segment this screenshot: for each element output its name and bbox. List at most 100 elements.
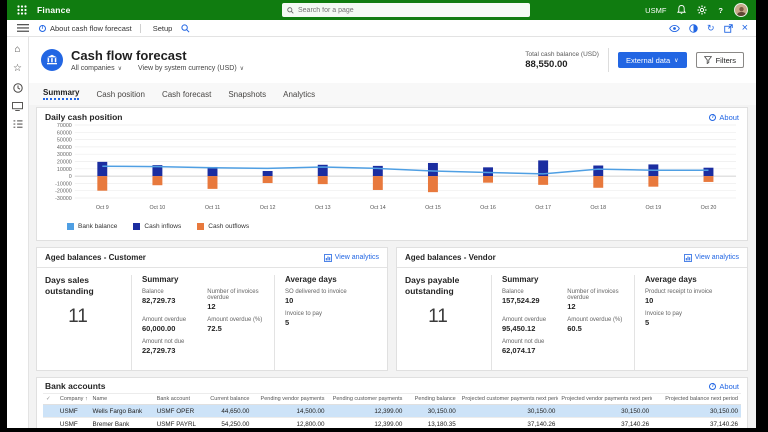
left-navigation-rail: ⌂ ☆ [7, 37, 29, 428]
legend-item-bank-balance[interactable]: Bank balance [67, 223, 117, 230]
tab-snapshots[interactable]: Snapshots [228, 90, 266, 99]
about-cash-flow-forecast-link[interactable]: About cash flow forecast [50, 24, 132, 33]
close-icon[interactable]: × [742, 24, 748, 33]
metric-label: Balance [502, 289, 567, 295]
column-header-current-balance[interactable]: Current balance [203, 396, 252, 402]
setup-link[interactable]: Setup [153, 24, 173, 33]
metric: Balance157,524.29 [502, 289, 567, 311]
table-cell: USMF OPER [154, 408, 203, 415]
column-header-pending-customer-payments[interactable]: Pending customer payments [327, 396, 405, 402]
metric-value: 12 [567, 302, 624, 311]
chart-about-link[interactable]: iAbout [709, 113, 739, 122]
kpi-column: Days sales outstanding11 [45, 275, 131, 370]
sidebar-modules-icon[interactable] [13, 120, 23, 129]
open-in-new-window-icon[interactable] [724, 24, 733, 33]
column-header-pending-balance[interactable]: Pending balance [405, 396, 458, 402]
view-analytics-link[interactable]: View analytics [684, 254, 739, 262]
refresh-icon[interactable]: ↻ [707, 24, 715, 33]
app-launcher-icon[interactable] [17, 5, 27, 15]
column-header-pending-vendor-payments[interactable]: Pending vendor payments [252, 396, 327, 402]
user-avatar[interactable] [734, 3, 748, 17]
contrast-icon[interactable] [689, 24, 698, 33]
column-header-name[interactable]: Name [90, 396, 154, 402]
table-row[interactable]: USMFWells Fargo BankUSMF OPER44,650.0014… [43, 405, 741, 418]
column-header-projected-vendor-payments-next-period[interactable]: Projected vendor payments next period [558, 396, 652, 402]
view-by-currency-dropdown[interactable]: View by system currency (USD)∨ [138, 65, 244, 72]
company-badge[interactable]: USMF [645, 6, 666, 15]
card-title: Aged balances - Vendor [405, 253, 496, 262]
svg-text:Oct 17: Oct 17 [535, 205, 551, 211]
table-cell: Bremer Bank [90, 421, 154, 428]
table-cell: 12,800.00 [252, 421, 327, 428]
select-all-checkbox[interactable]: ✓ [43, 396, 57, 402]
global-search-box[interactable] [282, 3, 530, 17]
external-data-button[interactable]: External data∨ [618, 52, 687, 68]
page-search-icon[interactable] [181, 24, 190, 33]
metric-label: Amount overdue [142, 317, 207, 323]
search-icon [287, 7, 294, 14]
bank-accounts-title: Bank accounts [45, 381, 105, 391]
column-header-projected-customer-payments-next-period[interactable]: Projected customer payments next period [459, 396, 559, 402]
svg-text:70000: 70000 [57, 123, 72, 129]
card-title: Aged balances - Customer [45, 253, 146, 262]
table-cell: 37,140.26 [459, 421, 559, 428]
table-cell: USMF [57, 408, 90, 415]
sidebar-workspaces-icon[interactable] [12, 102, 23, 111]
metric-value: 82,729.73 [142, 296, 207, 305]
aged-balances-cards: Aged balances - Customer View analytics Da… [36, 247, 748, 371]
tab-analytics[interactable]: Analytics [283, 90, 315, 99]
chevron-down-icon: ∨ [118, 66, 122, 72]
column-header-company[interactable]: Company ↑ [57, 396, 90, 402]
help-icon[interactable]: ? [718, 6, 723, 15]
metric-value: 10 [645, 296, 739, 305]
metric: Balance82,729.73 [142, 289, 207, 311]
table-row[interactable]: USMFBremer BankUSMF PAYRL54,250.0012,800… [43, 418, 741, 428]
legend-swatch-icon [133, 223, 140, 230]
filters-button[interactable]: Filters [696, 52, 744, 68]
metric: Invoice to pay5 [645, 311, 739, 327]
settings-gear-icon[interactable] [697, 5, 707, 15]
legend-label: Cash outflows [208, 223, 249, 230]
tab-summary[interactable]: Summary [43, 88, 79, 100]
eye-icon[interactable] [669, 25, 680, 32]
search-input[interactable] [298, 7, 525, 14]
legend-item-cash-outflows[interactable]: Cash outflows [197, 223, 249, 230]
top-navigation-bar: Finance USMF ? [7, 0, 756, 20]
column-header-bank-account[interactable]: Bank account [154, 396, 203, 402]
average-days-title: Average days [285, 275, 379, 284]
kpi-column: Days payable outstanding11 [405, 275, 491, 370]
metric: SO delivered to invoice10 [285, 289, 379, 305]
notifications-bell-icon[interactable] [677, 5, 686, 15]
svg-text:40000: 40000 [57, 145, 72, 151]
total-cash-balance-label: Total cash balance (USD) [525, 51, 599, 58]
hamburger-menu-icon[interactable] [17, 24, 29, 32]
bank-accounts-about-link[interactable]: iAbout [709, 382, 739, 391]
table-cell: 30,150.00 [459, 408, 559, 415]
tab-cash-position[interactable]: Cash position [96, 90, 144, 99]
table-cell: 12,399.00 [327, 408, 405, 415]
metric: Invoice to pay5 [285, 311, 379, 327]
chevron-down-icon: ∨ [240, 66, 244, 72]
metric-label: Amount overdue (%) [207, 317, 264, 323]
metric-value: 60,000.00 [142, 324, 207, 333]
table-cell: 54,250.00 [203, 421, 252, 428]
company-scope-dropdown[interactable]: All companies∨ [71, 65, 122, 72]
svg-text:Oct 13: Oct 13 [315, 205, 331, 211]
view-analytics-link[interactable]: View analytics [324, 254, 379, 262]
workspace-content: Cash flow forecast All companies∨ View b… [29, 37, 756, 428]
table-cell: 30,150.00 [652, 408, 741, 415]
metric-label: Amount not due [502, 339, 567, 345]
sidebar-recent-clock-icon[interactable] [13, 83, 23, 93]
info-icon: i [709, 383, 716, 390]
sidebar-favorites-star-icon[interactable]: ☆ [13, 64, 22, 74]
legend-item-cash-inflows[interactable]: Cash inflows [133, 223, 181, 230]
total-cash-balance-value: 88,550.00 [525, 59, 599, 70]
workspace-tabs: Summary Cash position Cash forecast Snapsho… [29, 83, 756, 105]
table-cell: 12,399.00 [327, 421, 405, 428]
svg-text:-20000: -20000 [55, 189, 72, 195]
column-header-projected-balance-next-period[interactable]: Projected balance next period [652, 396, 741, 402]
info-icon: i [709, 114, 716, 121]
sidebar-home-icon[interactable]: ⌂ [14, 45, 20, 55]
metric-label: Invoice to pay [645, 311, 739, 317]
tab-cash-forecast[interactable]: Cash forecast [162, 90, 211, 99]
